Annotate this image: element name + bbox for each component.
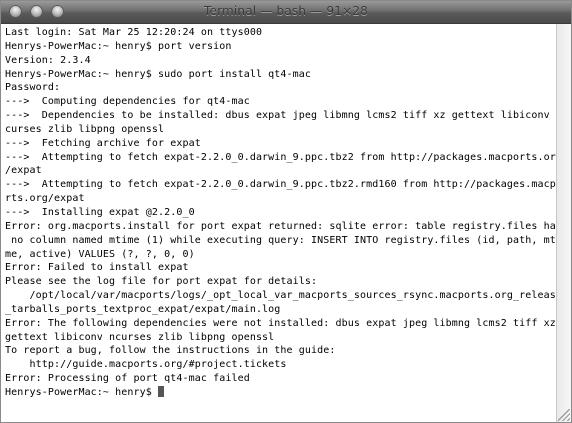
terminal-line: ---> Dependencies to be installed: dbus … (5, 110, 556, 122)
terminal-line: ---> Attempting to fetch expat-2.2.0_0.d… (5, 151, 556, 163)
terminal-line: Henrys-PowerMac:~ henry$ sudo port insta… (5, 68, 312, 80)
terminal-line: Error: Failed to install expat (5, 262, 189, 274)
terminal-line: ---> Installing expat @2.2.0_0 (5, 206, 195, 218)
terminal-line: rts.org/expat (5, 193, 85, 205)
vertical-scrollbar[interactable] (556, 24, 571, 422)
terminal-line: gettext libiconv ncurses zlib libpng ope… (5, 331, 275, 343)
terminal-line: To report a bug, follow the instructions… (5, 345, 336, 357)
terminal-line: Please see the log file for port expat f… (5, 276, 318, 288)
terminal-line: Password: (5, 82, 61, 94)
text-cursor (158, 385, 165, 397)
resize-grip-icon[interactable] (558, 409, 570, 421)
terminal-line: me, active) VALUES (?, ?, 0, 0) (5, 248, 195, 260)
terminal-prompt-line[interactable]: Henrys-PowerMac:~ henry$ (5, 385, 556, 400)
window-title: Terminal — bash — 91×28 (204, 4, 368, 18)
terminal-line: http://guide.macports.org/#project.ticke… (5, 359, 287, 371)
terminal-line: ---> Attempting to fetch expat-2.2.0_0.d… (5, 179, 556, 191)
terminal-line: ---> Fetching archive for expat (5, 137, 201, 149)
terminal-line: Error: Processing of port qt4-mac failed (5, 373, 250, 385)
terminal-line: /expat (5, 165, 42, 177)
terminal-line: Version: 2.3.4 (5, 54, 91, 66)
terminal-line: curses zlib libpng openssl (5, 123, 165, 135)
terminal-line: no column named mtime (1) while executin… (5, 234, 556, 246)
terminal-window: Terminal — bash — 91×28 Last login: Sat … (0, 0, 572, 423)
terminal-line: Last login: Sat Mar 25 12:20:24 on ttys0… (5, 27, 263, 38)
terminal-line: Error: The following dependencies were n… (5, 317, 556, 329)
terminal-line: /opt/local/var/macports/logs/_opt_local_… (5, 290, 556, 302)
terminal-line: Error: org.macports.install for port exp… (5, 220, 556, 232)
terminal-line: ---> Computing dependencies for qt4-mac (5, 96, 250, 108)
terminal-output[interactable]: Last login: Sat Mar 25 12:20:24 on ttys0… (1, 24, 556, 422)
title-bar[interactable]: Terminal — bash — 91×28 (1, 1, 571, 24)
terminal-line: Henrys-PowerMac:~ henry$ port version (5, 40, 232, 52)
terminal-line: _tarballs_ports_textproc_expat/expat/mai… (5, 303, 281, 315)
terminal-prompt: Henrys-PowerMac:~ henry$ (5, 386, 159, 398)
